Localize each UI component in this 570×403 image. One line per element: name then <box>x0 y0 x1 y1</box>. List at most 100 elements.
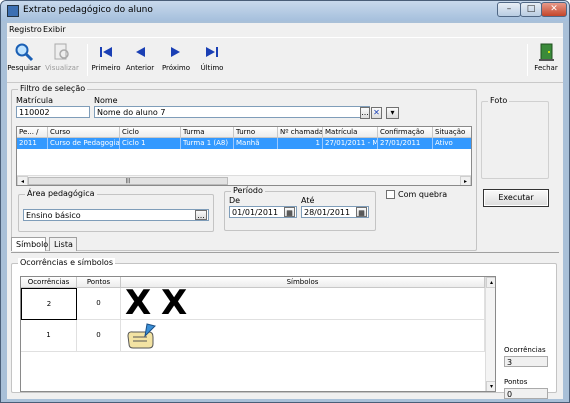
primeiro-label: Primeiro <box>91 64 121 72</box>
cell-turma: Turma 1 (A8) <box>181 138 234 149</box>
scroll-up-arrow[interactable]: ▴ <box>486 277 495 288</box>
visualizar-button[interactable]: Visualizar <box>43 42 81 72</box>
com-quebra-label: Com quebra <box>398 190 448 199</box>
col-periodo[interactable]: Pe... / <box>17 127 48 138</box>
cell-numero-chamada: 1 <box>278 138 323 149</box>
cell-simbolos: X X <box>121 283 485 323</box>
ultimo-button[interactable]: Último <box>197 42 227 72</box>
magnifier-icon <box>14 42 34 62</box>
app-window: Extrato pedagógico do aluno – □ ✕ Regist… <box>0 0 570 403</box>
cell-turno: Manhã <box>234 138 278 149</box>
de-calendar-icon[interactable]: ▦ <box>284 207 295 217</box>
cell-ocorrencias: 2 <box>21 288 77 320</box>
col-turma[interactable]: Turma <box>181 127 234 138</box>
title-bar[interactable]: Extrato pedagógico do aluno – □ ✕ <box>1 1 569 21</box>
com-quebra-checkbox[interactable] <box>386 190 395 199</box>
cell-simbolos <box>121 320 485 352</box>
tab-simbolo[interactable]: Símbolo <box>11 237 48 251</box>
matricula-label: Matrícula <box>16 96 54 105</box>
cell-pontos: 0 <box>77 320 121 352</box>
tab-strip: Símbolo Lista <box>11 237 559 253</box>
col-situacao[interactable]: Situação <box>433 127 471 138</box>
scroll-quill-icon <box>125 322 157 352</box>
last-record-icon <box>202 42 222 62</box>
nome-clear-button[interactable]: ✕ <box>371 107 382 119</box>
ate-calendar-icon[interactable]: ▦ <box>356 207 367 217</box>
col-turno[interactable]: Turno <box>234 127 278 138</box>
periodo-legend: Período <box>231 186 265 195</box>
ocorrencias-total-label: Ocorrências <box>504 346 546 354</box>
ultimo-label: Último <box>200 64 224 72</box>
scroll-down-arrow[interactable]: ▾ <box>486 381 495 391</box>
matriculas-grid: Pe... / Curso Ciclo Turma Turno Nº chama… <box>16 126 472 186</box>
anterior-button[interactable]: Anterior <box>125 42 155 72</box>
client-area: Registro Exibir Pesquisar Visualizar Pri… <box>7 23 563 399</box>
cell-periodo: 2011 <box>17 138 48 149</box>
toolbar-separator <box>87 44 88 76</box>
toolbar-separator-right <box>527 44 528 76</box>
col-ciclo[interactable]: Ciclo <box>120 127 181 138</box>
x-symbol: X <box>161 283 188 323</box>
col-curso[interactable]: Curso <box>48 127 120 138</box>
cell-situacao: Ativo <box>433 138 471 149</box>
nome-dropdown-button[interactable]: ▾ <box>386 107 399 119</box>
de-label: De <box>229 196 241 205</box>
tab-lista[interactable]: Lista <box>49 237 77 251</box>
ocorrencias-group: Ocorrências e símbolos Ocorrências Ponto… <box>11 258 557 399</box>
visualizar-label: Visualizar <box>45 64 79 72</box>
primeiro-button[interactable]: Primeiro <box>91 42 121 72</box>
nome-label: Nome <box>94 96 118 105</box>
filtro-legend: Filtro de seleção <box>18 84 88 93</box>
col-numero-chamada[interactable]: Nº chamada <box>278 127 323 138</box>
pontos-total-label: Pontos <box>504 378 528 386</box>
area-legend: Área pedagógica <box>25 189 97 198</box>
pesquisar-label: Pesquisar <box>7 64 41 72</box>
cell-matricula: 27/01/2011 - M <box>323 138 378 149</box>
grid-horizontal-scrollbar[interactable]: ◂ ||| ▸ <box>17 175 471 185</box>
area-input[interactable]: Ensino básico <box>23 209 209 221</box>
nome-lookup-button[interactable]: ... <box>360 107 370 119</box>
foto-box: Foto <box>481 96 549 179</box>
matricula-input[interactable]: 110002 <box>16 106 90 118</box>
simbolos-grid: Ocorrências Pontos Símbolos 2 0 X X 1 0 <box>20 276 496 392</box>
maximize-button[interactable]: □ <box>520 2 542 17</box>
executar-button[interactable]: Executar <box>483 189 549 207</box>
proximo-button[interactable]: Próximo <box>159 42 193 72</box>
proximo-label: Próximo <box>161 64 191 72</box>
nome-input[interactable]: Nome do aluno 7 <box>94 106 370 118</box>
area-pedagogica-group: Área pedagógica Ensino básico ... <box>18 189 214 232</box>
menu-exibir[interactable]: Exibir <box>43 25 66 34</box>
simbolos-vertical-scrollbar[interactable]: ▴ ▾ <box>485 277 495 391</box>
fechar-label: Fechar <box>534 64 558 72</box>
cell-ocorrencias: 1 <box>21 320 77 352</box>
exit-door-icon <box>536 42 556 62</box>
foto-label: Foto <box>488 96 510 105</box>
cell-pontos: 0 <box>77 288 121 320</box>
anterior-label: Anterior <box>125 64 155 72</box>
pontos-total-field: 0 <box>504 388 548 399</box>
col-matricula[interactable]: Matrícula <box>323 127 378 138</box>
fechar-button[interactable]: Fechar <box>531 42 561 72</box>
menu-registro[interactable]: Registro <box>9 25 42 34</box>
preview-icon <box>52 42 72 62</box>
toolbar: Pesquisar Visualizar Primeiro Anterior P… <box>7 37 563 83</box>
pesquisar-button[interactable]: Pesquisar <box>7 42 41 72</box>
col-pontos[interactable]: Pontos <box>77 277 121 288</box>
minimize-button[interactable]: – <box>497 2 521 17</box>
ate-label: Até <box>301 196 315 205</box>
scroll-right-arrow[interactable]: ▸ <box>460 176 471 185</box>
next-record-icon <box>166 42 186 62</box>
ocorrencias-legend: Ocorrências e símbolos <box>18 258 115 267</box>
area-lookup-button[interactable]: ... <box>195 210 207 220</box>
menu-bar: Registro Exibir <box>7 23 563 37</box>
cell-ciclo: Ciclo 1 <box>120 138 181 149</box>
periodo-group: Período De 01/01/2011 ▦ Até 28/01/2011 ▦ <box>224 186 376 231</box>
col-ocorrencias[interactable]: Ocorrências <box>21 277 77 288</box>
col-confirmacao[interactable]: Confirmação <box>378 127 433 138</box>
app-icon <box>7 5 19 17</box>
x-symbol: X <box>125 283 152 323</box>
ocorrencias-total-field: 3 <box>504 356 548 367</box>
scroll-thumb[interactable]: ||| <box>28 177 228 185</box>
scroll-left-arrow[interactable]: ◂ <box>17 176 28 185</box>
close-button[interactable]: ✕ <box>541 2 567 17</box>
